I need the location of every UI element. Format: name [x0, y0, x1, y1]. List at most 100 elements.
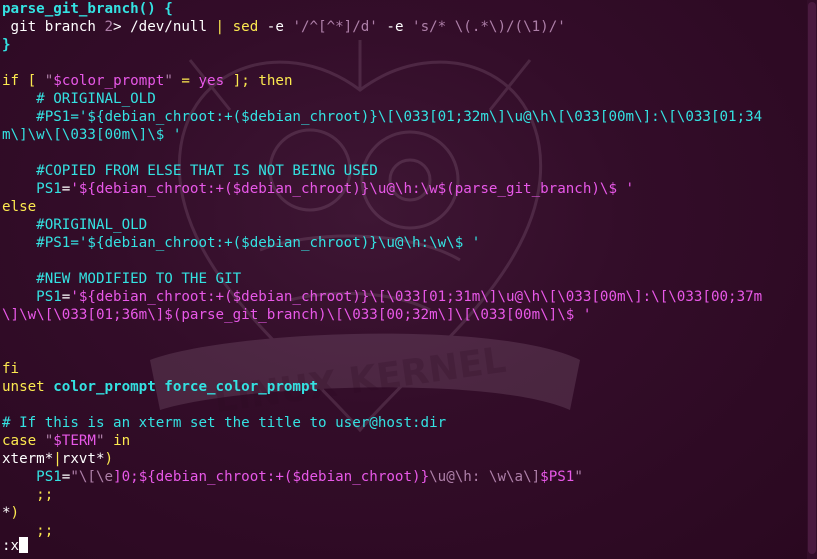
code-token: )	[10, 505, 20, 521]
code-token: xterm*	[2, 451, 54, 467]
code-line: git branch 2> /dev/null | sed -e '/^[^*]…	[2, 18, 762, 36]
code-line: PS1="\[\e]0;${debian_chroot:+($debian_ch…	[2, 468, 762, 486]
code-token: $TERM	[53, 433, 96, 449]
code-token: ;;	[36, 487, 54, 503]
code-token: \]\w\[\033[01;36m\]$(parse_git_branch)\[…	[2, 307, 592, 323]
code-token: "	[44, 73, 54, 89]
code-line: ;;	[2, 522, 762, 540]
code-line: \]\w\[\033[01;36m\]$(parse_git_branch)\[…	[2, 306, 762, 324]
code-token: unset	[2, 379, 45, 395]
code-token: ];	[232, 73, 250, 89]
code-token: # If this is an xterm set the title to u…	[2, 415, 447, 431]
code-token: yes	[198, 73, 225, 89]
code-line: # If this is an xterm set the title to u…	[2, 414, 762, 432]
code-line: parse_git_branch() {	[2, 0, 762, 18]
code-token: "	[164, 73, 173, 89]
code-token: PS1	[36, 289, 62, 305]
code-token: #PS1='${debian_chroot:+($debian_chroot)}…	[2, 109, 763, 125]
code-token: PS1	[36, 469, 62, 485]
code-token: rxvt*	[61, 451, 105, 467]
code-line: fi	[2, 360, 762, 378]
code-token: #PS1='${debian_chroot:+($debian_chroot)}…	[2, 235, 481, 251]
code-token: )}	[412, 469, 430, 485]
code-token: case	[2, 433, 37, 449]
code-token: #NEW MODIFIED TO THE GIT	[2, 271, 242, 287]
code-token: 2	[104, 19, 114, 35]
code-token: ]0;	[113, 469, 139, 485]
code-token: then	[258, 73, 293, 89]
code-line: else	[2, 198, 762, 216]
code-token: parse_git_branch() {	[2, 1, 173, 17]
code-token: else	[2, 199, 37, 215]
code-token: m\]\w\[\033[00m\]\$ '	[2, 127, 182, 143]
code-token: if	[2, 73, 20, 89]
code-line: PS1='${debian_chroot:+($debian_chroot)}\…	[2, 288, 762, 306]
code-token: )	[104, 451, 114, 467]
code-line: #COPIED FROM ELSE THAT IS NOT BEING USED	[2, 162, 762, 180]
code-token: =	[181, 73, 190, 89]
code-token: |	[215, 19, 225, 35]
code-line: #ORIGINAL_OLD	[2, 216, 762, 234]
code-token: git branch	[2, 19, 105, 35]
code-line: case "$TERM" in	[2, 432, 762, 450]
code-line: #PS1='${debian_chroot:+($debian_chroot)}…	[2, 234, 762, 252]
code-token: sed	[232, 19, 259, 35]
code-token: '/^[^*]/d'	[292, 19, 378, 35]
scrollbar[interactable]	[807, 0, 817, 559]
code-line: if [ "$color_prompt" = yes ]; then	[2, 72, 762, 90]
code-token: PS1	[36, 181, 62, 197]
code-token: *	[2, 505, 11, 521]
code-token: > /dev/null	[113, 19, 216, 35]
code-token: $color_prompt	[53, 73, 165, 89]
code-token: "	[44, 433, 54, 449]
code-token: color_prompt force_color_prompt	[53, 379, 319, 395]
editor-buffer[interactable]: parse_git_branch() { git branch 2> /dev/…	[2, 0, 762, 540]
code-token: #COPIED FROM ELSE THAT IS NOT BEING USED	[2, 163, 378, 179]
code-token: \u@\h: \w\a\]	[429, 469, 541, 485]
code-line: #PS1='${debian_chroot:+($debian_chroot)}…	[2, 108, 762, 126]
code-line: # ORIGINAL_OLD	[2, 90, 762, 108]
code-token: 's/* \(.*\)/(\1)/'	[412, 19, 566, 35]
code-token: "	[70, 469, 79, 485]
code-line: #NEW MODIFIED TO THE GIT	[2, 270, 762, 288]
code-token: '${debian_chroot:+($debian_chroot)}\u@\h…	[70, 181, 635, 197]
vim-command-line[interactable]: :x	[2, 537, 29, 555]
code-token: [	[27, 73, 37, 89]
code-token: # ORIGINAL_OLD	[2, 91, 156, 107]
code-line: PS1='${debian_chroot:+($debian_chroot)}\…	[2, 180, 762, 198]
code-token: fi	[2, 361, 20, 377]
code-token: \[\e	[78, 469, 114, 485]
code-line: unset color_prompt force_color_prompt	[2, 378, 762, 396]
code-token: "	[574, 469, 583, 485]
code-line: m\]\w\[\033[00m\]\$ '	[2, 126, 762, 144]
code-line: }	[2, 36, 762, 54]
code-token: '${debian_chroot:+($debian_chroot)}\[\03…	[70, 289, 763, 305]
scrollbar-thumb[interactable]	[808, 2, 816, 554]
code-line: *)	[2, 504, 762, 522]
terminal-window[interactable]: LINUX KERNEL parse_git_branch() { git br…	[0, 0, 817, 559]
code-token: |	[53, 451, 62, 467]
code-token: -e	[258, 19, 293, 35]
code-token: $debian_chroot	[292, 469, 413, 485]
code-token: -e	[377, 19, 413, 35]
code-token: }	[2, 37, 11, 53]
code-line: xterm*|rxvt*)	[2, 450, 762, 468]
command-text: :x	[2, 538, 20, 554]
code-line: ;;	[2, 486, 762, 504]
